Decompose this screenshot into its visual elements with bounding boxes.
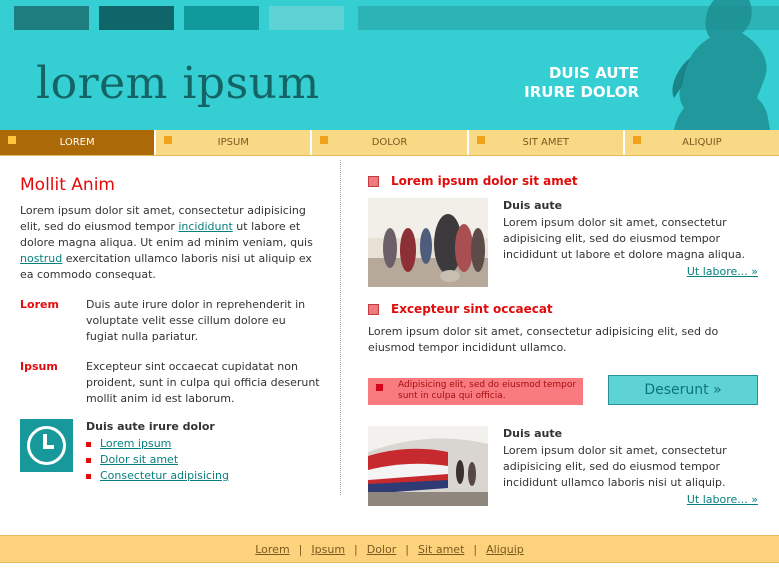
nav-label: DOLOR [371,137,408,148]
section-text: Lorem ipsum dolor sit amet, consectetur … [368,325,719,354]
site-header: lorem ipsum DUIS AUTE IRURE DOLOR [0,0,779,130]
nav-bullet-icon [320,136,329,144]
nav-item-dolor[interactable]: DOLOR [312,130,469,155]
nav-item-lorem[interactable]: LOREM [0,130,157,155]
notice-bullet-icon [376,384,383,391]
tagline-line: IRURE DOLOR [524,83,639,101]
nav-label: IPSUM [217,137,249,148]
read-more-link[interactable]: Ut labore... » [687,265,758,278]
footer-link-lorem[interactable]: Lorem [255,543,289,556]
intro-link-incididunt[interactable]: incididunt [178,220,232,233]
page-title: Mollit Anim [20,175,115,195]
feature-text: Lorem ipsum dolor sit amet, consectetur … [503,216,746,261]
read-more-link[interactable]: Ut labore... » [687,493,758,506]
intro-text: exercitation ullamco laboris nisi ut ali… [20,252,312,281]
quick-links-list: Lorem ipsum Dolor sit amet Consectetur a… [86,436,229,484]
definition-item: Ipsum Excepteur sint occaecat cupidatat … [20,359,320,407]
section-title: Excepteur sint occaecat [391,302,553,316]
list-item: Lorem ipsum [86,436,229,452]
footer-link-aliquip[interactable]: Aliquip [486,543,524,556]
footer-link-dolor[interactable]: Dolor [367,543,397,556]
header-color-bar [269,6,344,30]
nav-label: ALIQUIP [682,137,722,148]
subway-photo-image [368,426,488,506]
left-column: Mollit Anim Lorem ipsum dolor sit amet, … [20,175,320,484]
nav-item-sit-amet[interactable]: SIT AMET [469,130,625,155]
quick-link-consectetur[interactable]: Consectetur adipisicing [100,469,229,482]
footer-link-ipsum[interactable]: Ipsum [311,543,345,556]
header-tagline: DUIS AUTE IRURE DOLOR [524,64,639,102]
section-bullet-icon [368,303,379,315]
feature-article: Duis aute Lorem ipsum dolor sit amet, co… [368,198,758,294]
feature-body: Duis aute Lorem ipsum dolor sit amet, co… [503,198,758,278]
definition-text: Excepteur sint occaecat cupidatat non pr… [86,360,320,405]
footer-separator: | [298,543,303,556]
nav-item-ipsum[interactable]: IPSUM [156,130,313,155]
feature-title: Duis aute [503,199,563,212]
quick-links-block: Duis aute irure dolor Lorem ipsum Dolor … [20,419,320,484]
column-divider [340,160,341,495]
footer-link-sit-amet[interactable]: Sit amet [418,543,464,556]
woman-silhouette-image [672,0,770,130]
site-footer: Lorem | Ipsum | Dolor | Sit amet | Aliquip [0,535,779,563]
header-color-bar [184,6,259,30]
nav-bullet-icon [164,136,173,144]
section-bullet-icon [368,175,379,187]
nav-label: LOREM [59,137,95,148]
intro-link-nostrud[interactable]: nostrud [20,252,62,265]
header-color-bar [99,6,174,30]
cta-row: Adipisicing elit, sed do eiusmod tempor … [368,374,758,406]
definition-text: Duis aute irure dolor in reprehenderit i… [86,298,306,343]
footer-separator: | [473,543,478,556]
notice-text: Adipisicing elit, sed do eiusmod tempor … [398,380,577,401]
definition-term: Ipsum [20,360,58,373]
quick-link-dolor-sit-amet[interactable]: Dolor sit amet [100,453,178,466]
deserunt-button[interactable]: Deserunt » [608,375,758,405]
quick-links-title: Duis aute irure dolor [86,420,215,433]
nav-label: SIT AMET [522,137,569,148]
notice-box: Adipisicing elit, sed do eiusmod tempor … [368,378,583,405]
nav-bullet-icon [476,136,485,144]
section-title: Lorem ipsum dolor sit amet [391,174,578,188]
section-heading: Lorem ipsum dolor sit amet [368,174,758,188]
nav-bullet-icon [632,136,641,144]
clock-icon [20,419,73,472]
right-column: Lorem ipsum dolor sit amet Duis aute Lor… [368,174,758,511]
footer-separator: | [405,543,409,556]
tagline-line: DUIS AUTE [548,64,639,82]
feature-article: Duis aute Lorem ipsum dolor sit amet, co… [368,426,758,511]
quick-link-lorem-ipsum[interactable]: Lorem ipsum [100,437,171,450]
intro-paragraph: Lorem ipsum dolor sit amet, consectetur … [20,203,320,283]
section-heading: Excepteur sint occaecat [368,302,758,316]
main-nav: LOREM IPSUM DOLOR SIT AMET ALIQUIP [0,130,779,156]
nav-item-aliquip[interactable]: ALIQUIP [625,130,779,155]
feature-title: Duis aute [503,427,563,440]
crowd-photo-image [368,198,488,287]
list-item: Dolor sit amet [86,452,229,468]
site-logo[interactable]: lorem ipsum [36,58,320,109]
quick-links: Duis aute irure dolor Lorem ipsum Dolor … [86,419,229,484]
header-color-bar [14,6,89,30]
nav-bullet-icon [8,136,16,144]
list-item: Consectetur adipisicing [86,468,229,484]
footer-separator: | [354,543,358,556]
feature-text: Lorem ipsum dolor sit amet, consectetur … [503,444,727,489]
feature-body: Duis aute Lorem ipsum dolor sit amet, co… [503,426,758,506]
definition-item: Lorem Duis aute irure dolor in reprehend… [20,297,320,345]
definition-term: Lorem [20,298,59,311]
